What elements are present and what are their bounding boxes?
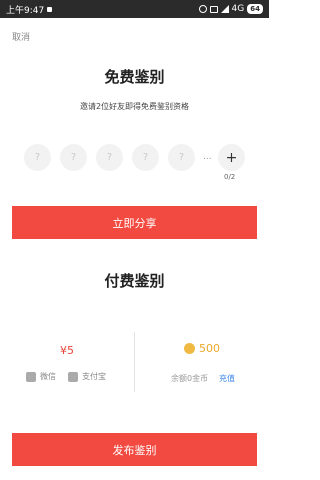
- signal-icon: [220, 5, 229, 13]
- cancel-button[interactable]: 取消: [12, 30, 30, 43]
- notification-dot-icon: [47, 6, 53, 12]
- friend-slot[interactable]: ?: [24, 144, 51, 171]
- share-button[interactable]: 立即分享: [12, 206, 257, 239]
- friend-slot[interactable]: ?: [96, 144, 123, 171]
- paid-section-title: 付费鉴别: [104, 272, 165, 290]
- invite-count: 0/2: [224, 173, 236, 181]
- alipay-icon: [68, 371, 78, 382]
- price: ¥5: [60, 344, 74, 357]
- publish-button[interactable]: 发布鉴别: [12, 433, 257, 466]
- alipay-label: 支付宝: [82, 372, 106, 381]
- coin-amount: 500: [199, 342, 220, 355]
- free-section-title: 免费鉴别: [104, 68, 165, 86]
- friend-slot[interactable]: ?: [132, 144, 159, 171]
- coin-price: 500: [135, 342, 269, 355]
- mute-icon: [209, 5, 218, 13]
- friend-slot[interactable]: ?: [60, 144, 87, 171]
- recharge-link[interactable]: 充值: [219, 373, 235, 384]
- more-dots: ...: [203, 152, 212, 162]
- battery-level: 64: [247, 4, 263, 14]
- status-bar: 上午9:47 4G 64: [0, 0, 269, 18]
- alarm-icon: [198, 5, 207, 13]
- friend-slot[interactable]: ?: [168, 144, 195, 171]
- wechat-icon: [26, 371, 36, 382]
- coin-icon: [184, 343, 195, 354]
- invite-description: 邀请2位好友即得免费鉴别资格: [79, 102, 190, 111]
- status-time: 上午9:47: [6, 5, 45, 16]
- coin-balance: 余额0金币: [171, 374, 209, 383]
- wechat-pay-option[interactable]: 微信: [26, 371, 56, 382]
- alipay-option[interactable]: 支付宝: [68, 371, 106, 382]
- wechat-label: 微信: [40, 372, 56, 381]
- network-type: 4G: [231, 4, 245, 14]
- payment-divider: [134, 332, 135, 392]
- add-friend-button[interactable]: +: [218, 144, 245, 171]
